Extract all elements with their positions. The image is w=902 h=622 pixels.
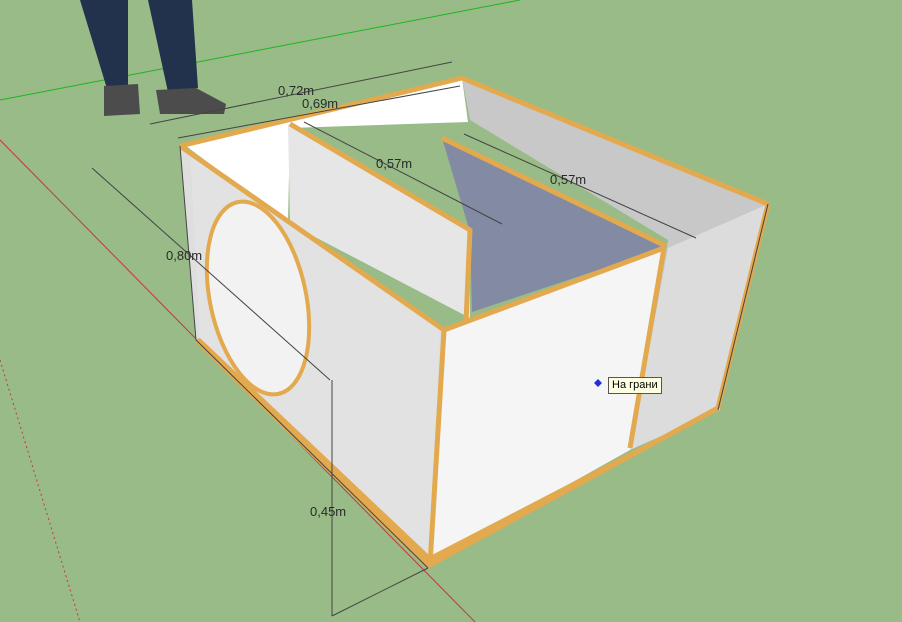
scale-figure	[80, 0, 226, 116]
inference-point-icon	[594, 374, 602, 387]
dim-label-partition-right[interactable]: 0,57m	[550, 172, 586, 187]
dim-label-partition-left[interactable]: 0,57m	[376, 156, 412, 171]
dim-label-height[interactable]: 0,45m	[310, 504, 346, 519]
sketchup-viewport[interactable]: 0,72m 0,69m 0,80m 0,57m 0,57m 0,45m На г…	[0, 0, 902, 622]
red-axis-dotted	[0, 359, 81, 622]
dim-label-depth[interactable]: 0,80m	[166, 248, 202, 263]
3d-scene[interactable]: 0,72m 0,69m 0,80m 0,57m 0,57m 0,45m	[0, 0, 902, 622]
speaker-box-model[interactable]	[178, 75, 771, 569]
inference-tooltip: На грани	[608, 377, 662, 394]
dim-label-inner-width[interactable]: 0,69m	[302, 96, 338, 111]
